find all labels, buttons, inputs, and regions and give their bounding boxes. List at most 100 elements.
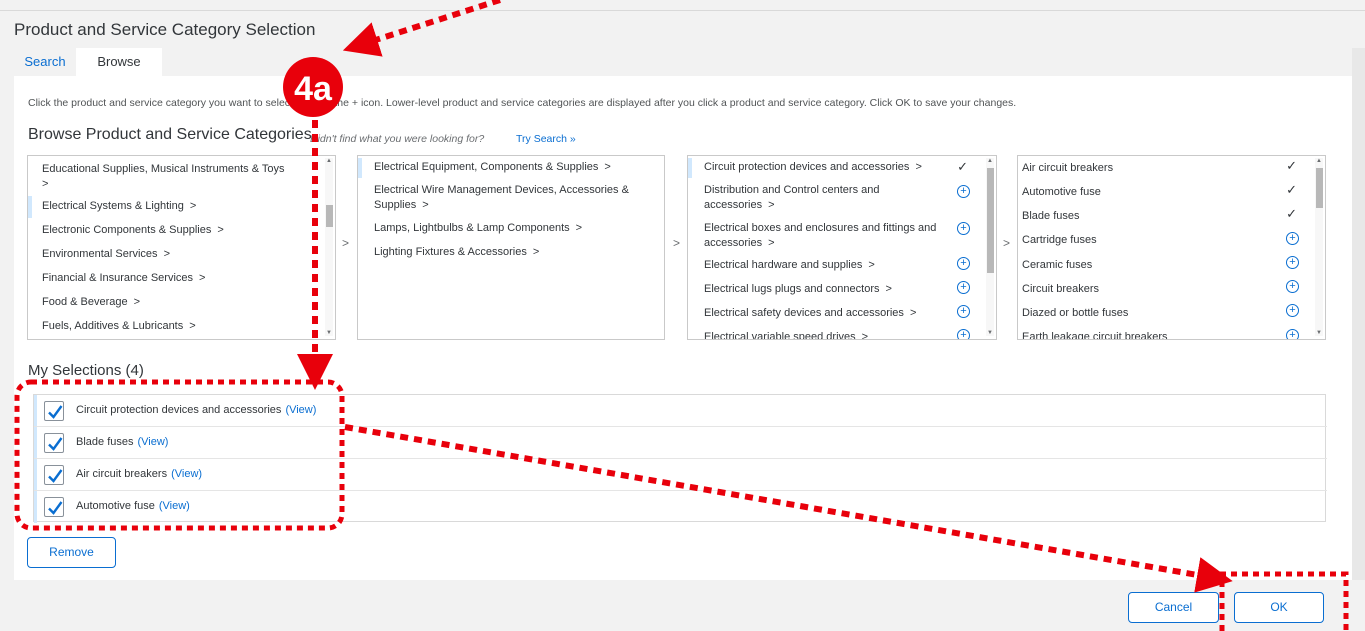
add-icon[interactable]: + — [957, 305, 970, 318]
my-selections-heading: My Selections (4) — [28, 362, 144, 379]
category-item[interactable]: Electrical Equipment, Components & Suppl… — [374, 160, 611, 175]
category-item[interactable]: Educational Supplies, Musical Instrument… — [42, 162, 312, 192]
ok-button[interactable]: OK — [1234, 592, 1324, 623]
checkmark-icon: ✓ — [1286, 158, 1297, 173]
scrollbar[interactable]: ▲ ▼ — [325, 158, 333, 336]
view-link[interactable]: (View) — [285, 404, 316, 416]
category-item[interactable]: Financial & Insurance Services > — [42, 271, 205, 286]
category-item[interactable]: Lamps, Lightbulbs & Lamp Components > — [374, 221, 582, 236]
category-item[interactable]: Air circuit breakers — [1022, 161, 1113, 176]
scroll-down-icon[interactable]: ▼ — [1315, 330, 1323, 336]
checkmark-icon: ✓ — [1286, 206, 1297, 221]
selection-label: Circuit protection devices and accessori… — [76, 404, 317, 416]
category-item[interactable]: Electrical Wire Management Devices, Acce… — [374, 183, 659, 213]
category-item[interactable]: Blade fuses — [1022, 209, 1079, 224]
category-item[interactable]: Environmental Services > — [42, 247, 170, 262]
chevron-right-icon: > — [532, 246, 540, 258]
category-item[interactable]: Lighting Fixtures & Accessories > — [374, 245, 539, 260]
category-item[interactable]: Electrical variable speed drives > — [704, 330, 869, 340]
chevron-right-icon: > — [1003, 236, 1011, 250]
category-item[interactable]: Automotive fuse — [1022, 185, 1101, 200]
chevron-right-icon: > — [909, 307, 917, 319]
selection-checkbox[interactable] — [44, 433, 64, 453]
selection-checkbox[interactable] — [44, 497, 64, 517]
dialog-right-edge — [1352, 48, 1365, 580]
category-item[interactable]: Electrical lugs plugs and connectors > — [704, 282, 892, 297]
selection-row: Circuit protection devices and accessori… — [34, 395, 1327, 427]
chevron-right-icon: > — [422, 199, 429, 211]
category-column-1: Educational Supplies, Musical Instrument… — [27, 155, 336, 340]
add-icon[interactable]: + — [1286, 304, 1299, 317]
scrollbar[interactable]: ▲ ▼ — [1315, 158, 1323, 336]
instructions-text: Click the product and service category y… — [28, 97, 1017, 109]
category-item[interactable]: Distribution and Control centers and acc… — [704, 183, 929, 213]
view-link[interactable]: (View) — [159, 500, 190, 512]
top-divider — [0, 10, 1365, 11]
category-item[interactable]: Ceramic fuses — [1022, 258, 1092, 273]
add-icon[interactable]: + — [1286, 256, 1299, 269]
my-selections-list: Circuit protection devices and accessori… — [33, 394, 1327, 523]
chevron-right-icon: > — [189, 320, 196, 332]
add-icon[interactable]: + — [957, 257, 970, 270]
scroll-thumb[interactable] — [987, 168, 994, 273]
scroll-down-icon[interactable]: ▼ — [986, 330, 994, 336]
checkmark-icon: ✓ — [957, 159, 968, 174]
add-icon[interactable]: + — [1286, 232, 1299, 245]
scroll-up-icon[interactable]: ▲ — [325, 158, 333, 164]
add-icon[interactable]: + — [957, 185, 970, 198]
selection-label: Air circuit breakers (View) — [76, 468, 203, 480]
chevron-right-icon: > — [885, 283, 892, 295]
view-link[interactable]: (View) — [171, 468, 202, 480]
category-item[interactable]: Cartridge fuses — [1022, 233, 1097, 248]
scroll-thumb[interactable] — [1316, 168, 1323, 208]
scroll-down-icon[interactable]: ▼ — [325, 330, 333, 336]
add-icon[interactable]: + — [957, 281, 970, 294]
category-item[interactable]: Electrical Systems & Lighting > — [42, 199, 196, 214]
scrollbar[interactable]: ▲ ▼ — [986, 158, 994, 336]
category-column-3: Circuit protection devices and accessori… — [687, 155, 997, 340]
scroll-up-icon[interactable]: ▲ — [986, 158, 994, 164]
category-item[interactable]: Electronic Components & Supplies > — [42, 223, 224, 238]
add-icon[interactable]: + — [1286, 329, 1299, 339]
browse-hint: Didn't find what you were looking for? — [310, 133, 485, 145]
category-item[interactable]: Electrical boxes and enclosures and fitt… — [704, 221, 939, 251]
chevron-right-icon: > — [768, 199, 775, 211]
checkmark-icon: ✓ — [1286, 182, 1297, 197]
cancel-button[interactable]: Cancel — [1128, 592, 1219, 623]
try-search-link[interactable]: Try Search » — [516, 133, 576, 145]
category-item[interactable]: Fuels, Additives & Lubricants > — [42, 319, 196, 334]
tab-browse[interactable]: Browse — [76, 48, 162, 76]
add-icon[interactable]: + — [957, 222, 970, 235]
category-item[interactable]: Food & Beverage > — [42, 295, 140, 310]
category-item[interactable]: Circuit protection devices and accessori… — [704, 160, 922, 175]
chevron-right-icon: > — [575, 222, 583, 234]
selection-checkbox[interactable] — [44, 465, 64, 485]
selection-checkbox[interactable] — [44, 401, 64, 421]
scroll-thumb[interactable] — [326, 205, 333, 227]
selection-label: Automotive fuse (View) — [76, 500, 190, 512]
remove-button[interactable]: Remove — [27, 537, 116, 568]
browse-panel: Click the product and service category y… — [14, 76, 1352, 580]
category-item[interactable]: Circuit breakers — [1022, 282, 1099, 297]
chevron-right-icon: > — [199, 272, 206, 284]
category-item[interactable]: Electrical hardware and supplies > — [704, 258, 875, 273]
chevron-right-icon: > — [189, 200, 197, 212]
chevron-right-icon: > — [768, 237, 775, 249]
tab-search[interactable]: Search — [14, 48, 76, 76]
add-icon[interactable]: + — [957, 329, 970, 339]
category-column-2: Electrical Equipment, Components & Suppl… — [357, 155, 665, 340]
tab-bar: Search Browse — [14, 48, 1352, 76]
selection-row: Blade fuses (View) — [34, 427, 1327, 459]
category-item[interactable]: Diazed or bottle fuses — [1022, 306, 1128, 321]
view-link[interactable]: (View) — [137, 436, 168, 448]
add-icon[interactable]: + — [1286, 280, 1299, 293]
chevron-right-icon: > — [915, 161, 922, 173]
chevron-right-icon: > — [861, 331, 869, 340]
scroll-up-icon[interactable]: ▲ — [1315, 158, 1323, 164]
chevron-right-icon: > — [604, 161, 611, 173]
category-item[interactable]: Earth leakage circuit breakers — [1022, 330, 1168, 339]
category-item[interactable]: Electrical safety devices and accessorie… — [704, 306, 916, 321]
page-title: Product and Service Category Selection — [14, 20, 316, 39]
selected-indicator — [358, 158, 362, 178]
chevron-right-icon: > — [342, 236, 350, 250]
